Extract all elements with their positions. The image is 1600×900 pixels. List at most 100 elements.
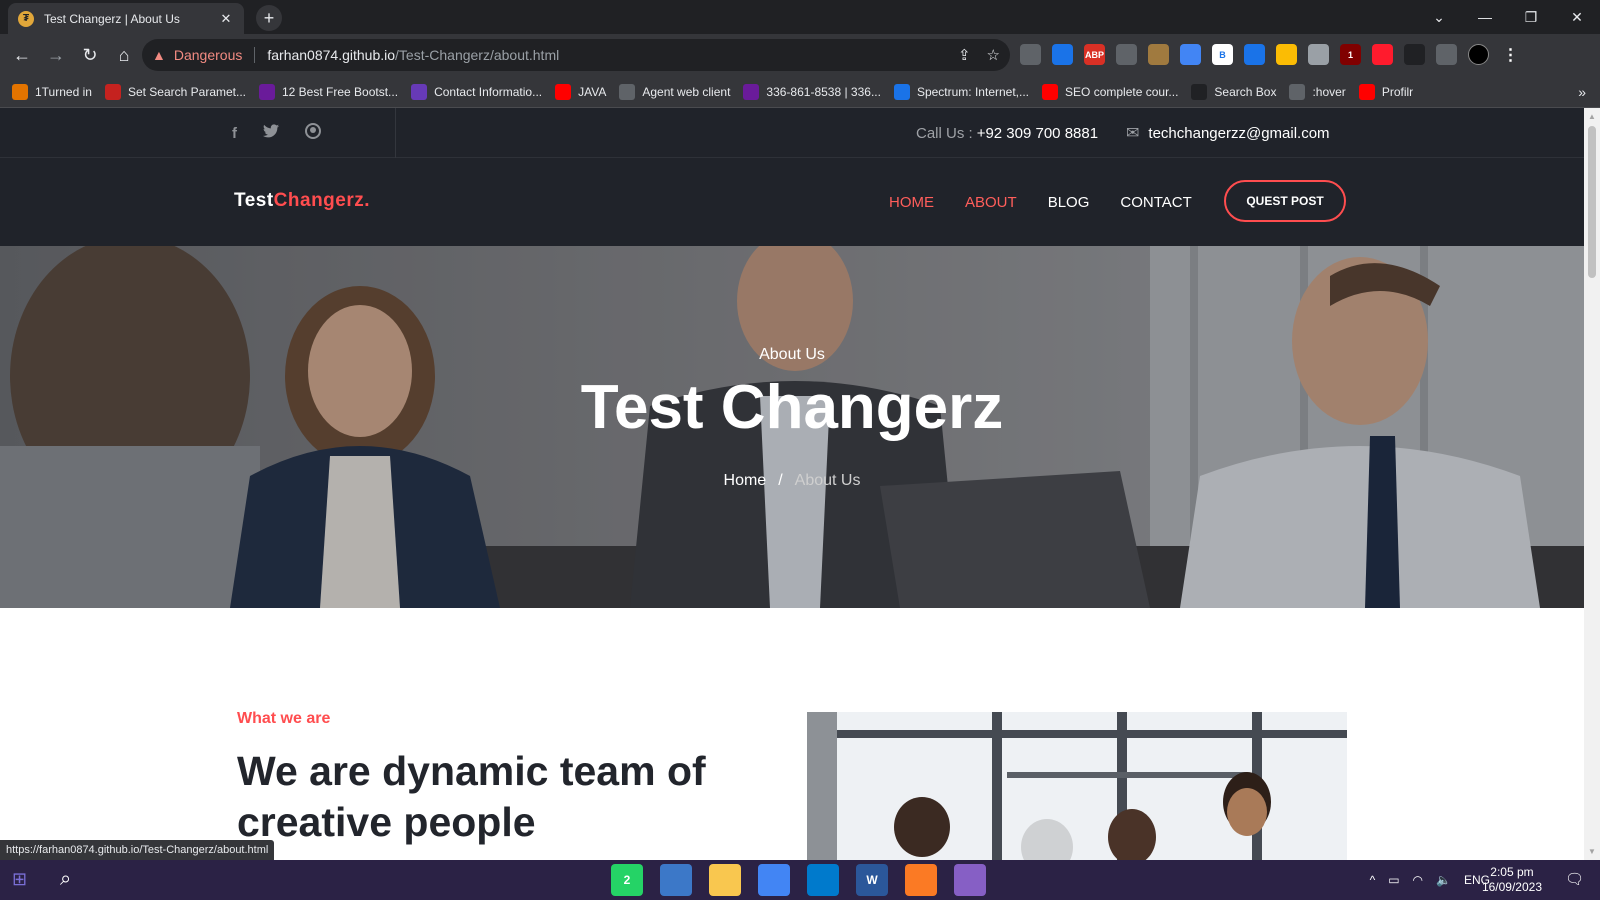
chevron-up-icon[interactable]: ^ [1370,873,1376,887]
nav-contact[interactable]: CONTACT [1120,194,1191,211]
speed-ext-icon[interactable] [1116,44,1137,65]
site-logo[interactable]: TestChangerz. [234,190,370,212]
security-label[interactable]: Dangerous [174,47,243,63]
bookmark-label: JAVA [578,84,607,99]
email-info: ✉ techchangerzz@gmail.com [1126,108,1330,158]
xampp-icon[interactable] [905,864,937,896]
clock[interactable]: 2:05 pm 16/09/2023 [1482,865,1542,895]
envelope-icon: ✉ [1126,125,1140,142]
search-icon[interactable]: ⌕ [60,868,84,892]
card-ext-icon[interactable] [1308,44,1329,65]
bookmark-label: Agent web client [642,84,731,99]
bookmark-label: Profilr [1381,84,1414,99]
chrome-icon[interactable] [758,864,790,896]
bookmark-item[interactable]: Agent web client [619,83,731,100]
bookmark-item[interactable]: Spectrum: Internet,... [893,83,1030,100]
translate-ext-icon[interactable] [1180,44,1201,65]
home-icon[interactable]: ⌂ [108,39,140,71]
wave-ext-icon[interactable] [1052,44,1073,65]
address-bar[interactable]: ▲ Dangerous farhan0874.github.io /Test-C… [142,39,1010,71]
bookmark-item[interactable]: 1Turned in [12,83,92,100]
bookmark-label: 12 Best Free Bootst... [282,84,399,99]
new-tab-button[interactable]: + [256,5,282,31]
nav-blog[interactable]: BLOG [1048,194,1090,211]
volume-icon[interactable]: 🔈 [1436,873,1451,887]
restore-icon[interactable]: ❐ [1508,0,1554,34]
breadcrumb-home[interactable]: Home [724,472,767,489]
divider [395,108,396,158]
file-explorer-icon[interactable] [709,864,741,896]
browser-menu-icon[interactable]: ⋮ [1500,44,1521,65]
bookmark-item[interactable]: Contact Informatio... [411,83,543,100]
site-favicon-icon: ₮ [18,10,34,27]
word-icon[interactable]: W [856,864,888,896]
nav-about[interactable]: ABOUT [965,194,1017,211]
nav-home[interactable]: HOME [889,194,934,211]
grid-ext-icon[interactable] [1276,44,1297,65]
github-icon[interactable] [305,123,321,143]
scrollbar-thumb[interactable] [1588,126,1596,278]
bookmark-label: Spectrum: Internet,... [916,84,1030,99]
wifi-icon[interactable]: ◠ [1413,873,1423,887]
tools-ext-icon[interactable] [1436,44,1457,65]
profile-avatar[interactable] [1468,44,1489,65]
bookmark-item[interactable]: Search Box [1191,83,1276,100]
taskbar-apps: 2W [611,860,986,900]
bookmark-item[interactable]: 336-861-8538 | 336... [743,83,881,100]
bookmark-item[interactable]: SEO complete cour... [1042,83,1178,100]
browser-tab[interactable]: ₮ Test Changerz | About Us ✕ [8,3,244,34]
facebook-icon[interactable]: f [232,125,237,142]
phone-number[interactable]: +92 309 700 8881 [977,125,1098,142]
opera-ext-icon[interactable] [1372,44,1393,65]
bookmark-item[interactable]: JAVA [555,83,607,100]
notification-icon[interactable]: 🗨 [1565,870,1584,888]
shield-ext-icon[interactable] [1244,44,1265,65]
warning-icon[interactable]: ▲ [152,47,166,63]
agent-icon [619,83,636,100]
bookmark-item[interactable]: :hover [1289,83,1346,100]
scroll-down-icon[interactable]: ▼ [1588,847,1596,856]
bookmark-star-icon[interactable]: ☆ [987,46,1000,64]
quest-post-button[interactable]: QUEST POST [1224,180,1346,222]
vscode-icon[interactable] [807,864,839,896]
page-scrollbar[interactable]: ▲ ▼ [1584,108,1600,860]
bookmark-item[interactable]: Profilr [1358,83,1414,100]
team-photo [807,712,1347,860]
about-section: What we are We are dynamic team of creat… [0,608,1584,860]
scroll-up-icon[interactable]: ▲ [1588,112,1596,121]
bookmark-item[interactable]: 12 Best Free Bootst... [259,83,399,100]
bookmark-label: 336-861-8538 | 336... [766,84,881,99]
ublock-icon[interactable]: 1 [1340,44,1361,65]
bookmark-item[interactable]: Set Search Paramet... [104,83,246,100]
email-address[interactable]: techchangerzz@gmail.com [1148,125,1329,142]
more-bookmarks-icon[interactable]: » [1578,84,1586,100]
start-icon[interactable]: ⊞ [12,869,27,890]
twitter-icon[interactable] [263,124,279,142]
battery-icon[interactable]: ▭ [1388,873,1399,887]
b-ext-icon[interactable]: B [1212,44,1233,65]
bookmark-label: Contact Informatio... [434,84,543,99]
whatsapp-icon[interactable]: 2 [611,864,643,896]
tab-title: Test Changerz | About Us [44,11,180,26]
close-window-icon[interactable]: ✕ [1554,0,1600,34]
back-icon[interactable]: ← [6,39,38,71]
minimize-icon[interactable]: — [1462,0,1508,34]
bookmark-label: Set Search Paramet... [127,84,246,99]
adblock-plus-icon[interactable]: ABP [1084,44,1105,65]
visual-studio-icon[interactable] [954,864,986,896]
hero-banner: About Us Test Changerz Home / About Us [0,246,1584,608]
close-tab-icon[interactable]: ✕ [218,11,234,27]
rdp-icon[interactable] [660,864,692,896]
breadcrumb: Home / About Us [0,472,1584,490]
tab-search-icon[interactable]: ⌄ [1416,0,1462,34]
share-icon[interactable]: ⇪ [958,46,971,64]
reload-icon[interactable]: ↻ [74,39,106,71]
owl-ext-icon[interactable] [1148,44,1169,65]
forward-icon[interactable]: → [40,39,72,71]
mask-ext-icon[interactable] [1404,44,1425,65]
breadcrumb-current: About Us [794,472,861,489]
refresh-ext-icon[interactable] [1020,44,1041,65]
section-heading: We are dynamic team of creative people [237,748,706,845]
bookmark-label: 1Turned in [35,84,92,99]
url-path: /Test-Changerz/about.html [395,47,560,63]
